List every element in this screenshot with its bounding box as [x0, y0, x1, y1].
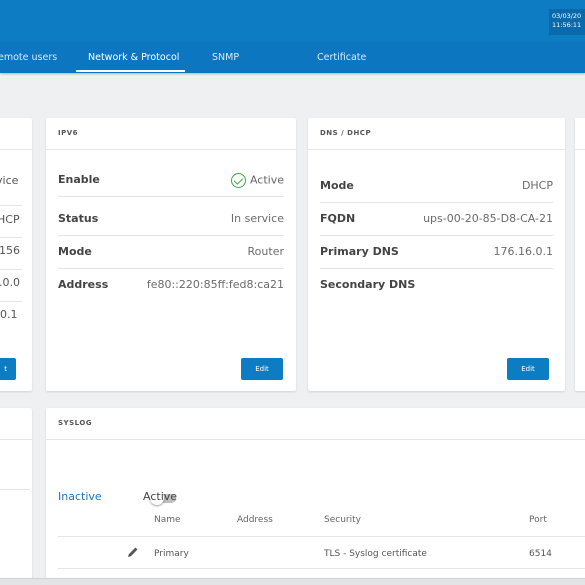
card-divider: [0, 149, 32, 150]
card-divider: [46, 439, 585, 440]
top-header-bar: 03/03/20 11:56:11: [0, 0, 585, 42]
tab-certificate[interactable]: Certificate: [317, 52, 366, 63]
dns-row-secondary: Secondary DNS: [320, 270, 553, 302]
row-divider: [0, 269, 22, 270]
mode-value: Router: [247, 245, 284, 258]
pencil-icon[interactable]: [126, 545, 140, 559]
dns-card-title: DNS / DHCP: [320, 129, 372, 137]
current-time: 11:56:11: [552, 21, 582, 29]
check-circle-icon: [231, 173, 247, 188]
dns-mode-value: DHCP: [521, 179, 553, 192]
toggle-active-label: Active: [143, 490, 178, 503]
row-port: 6514: [529, 549, 552, 559]
row-divider: [0, 237, 22, 238]
ipv6-card-title: IPV6: [58, 129, 79, 137]
ipv4-value-mask: .0.0: [0, 276, 20, 289]
column-header-security: Security: [324, 515, 361, 525]
column-header-port: Port: [529, 515, 547, 525]
dns-dhcp-card: DNS / DHCP Mode DHCP FQDN ups-00-20-85-D…: [308, 118, 565, 391]
dns-mode-label: Mode: [320, 179, 354, 192]
row-divider: [0, 301, 22, 302]
status-label: Status: [58, 212, 99, 225]
card-divider: [575, 149, 585, 150]
tab-network-protocol[interactable]: Network & Protocol: [88, 52, 179, 63]
bottom-left-card-fragment: [0, 408, 32, 585]
enable-status: Active: [231, 173, 284, 188]
date-time-display: 03/03/20 11:56:11: [549, 9, 585, 35]
row-security: TLS - Syslog certificate: [324, 549, 427, 559]
ipv6-row-mode: Mode Router: [58, 237, 284, 269]
right-card-fragment: [575, 118, 585, 391]
mode-label: Mode: [58, 245, 92, 258]
column-header-name: Name: [154, 515, 181, 525]
syslog-card-title: SYSLOG: [58, 419, 93, 427]
fqdn-label: FQDN: [320, 212, 356, 225]
ipv4-value-status: vice: [0, 174, 19, 187]
card-divider: [308, 149, 565, 150]
dns-row-fqdn: FQDN ups-00-20-85-D8-CA-21: [320, 204, 553, 236]
ipv6-row-address: Address fe80::220:85ff:fed8:ca21: [58, 270, 284, 302]
card-divider: [46, 149, 296, 150]
primary-dns-value: 176.16.0.1: [493, 245, 553, 258]
ipv4-value-gateway: 0.1: [0, 308, 18, 321]
ipv6-row-status: Status In service: [58, 204, 284, 236]
ipv6-row-enable: Enable Active: [58, 165, 284, 197]
ipv6-card: IPV6 Enable Active Status In service Mod…: [46, 118, 296, 391]
dns-edit-button[interactable]: Edit: [507, 358, 549, 380]
enable-label: Enable: [58, 173, 100, 186]
dns-row-primary: Primary DNS 176.16.0.1: [320, 237, 553, 269]
row-divider: [0, 205, 22, 206]
fqdn-value: ups-00-20-85-D8-CA-21: [423, 212, 553, 225]
table-header-divider: [58, 536, 585, 537]
current-date: 03/03/20: [552, 12, 582, 20]
active-tab-indicator: [76, 70, 185, 72]
address-value: fe80::220:85ff:fed8:ca21: [146, 278, 284, 291]
horizontal-scrollbar[interactable]: [0, 578, 585, 585]
ipv4-value-address: 156: [0, 244, 20, 257]
column-header-address: Address: [237, 515, 273, 525]
primary-dns-label: Primary DNS: [320, 245, 399, 258]
address-label: Address: [58, 278, 109, 291]
tab-remote-users[interactable]: emote users: [0, 52, 57, 63]
row-name: Primary: [154, 549, 189, 559]
tab-snmp[interactable]: SNMP: [212, 52, 239, 63]
ipv6-edit-button[interactable]: Edit: [241, 358, 283, 380]
secondary-dns-label: Secondary DNS: [320, 278, 416, 291]
dns-row-mode: Mode DHCP: [320, 171, 553, 203]
ipv4-card-fragment: vice HCP 156 .0.0 0.1 t: [0, 118, 32, 391]
ipv4-value-mode: HCP: [0, 213, 20, 226]
table-row-divider: [58, 568, 585, 569]
ipv4-edit-button[interactable]: t: [0, 358, 16, 380]
row-divider: [0, 489, 30, 490]
enable-value: Active: [249, 173, 284, 187]
status-value: In service: [230, 212, 284, 225]
toggle-inactive-label: Inactive: [58, 490, 102, 503]
syslog-card: SYSLOG Inactive Active Name Address Secu…: [46, 408, 585, 585]
card-divider: [0, 439, 32, 440]
tab-bar: emote users Network & Protocol SNMP Cert…: [0, 42, 585, 73]
